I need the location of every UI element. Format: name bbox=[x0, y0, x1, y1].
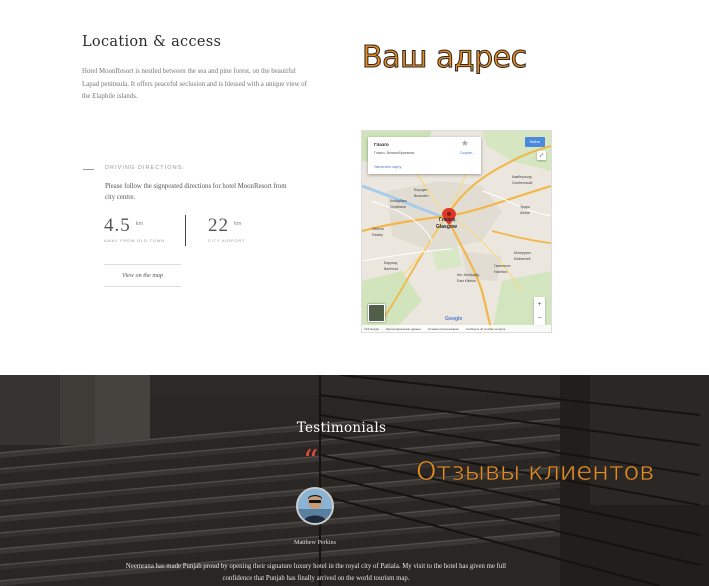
zoom-in-button[interactable]: + bbox=[537, 301, 541, 308]
google-logo: Google bbox=[445, 316, 463, 322]
view-on-map-link[interactable]: View on the map bbox=[104, 264, 181, 287]
avatar bbox=[296, 487, 334, 525]
distance-airport: 22 km city airport bbox=[208, 215, 245, 243]
testimonial-author: Matthew Perkins bbox=[293, 539, 337, 546]
map-place-card: Глазго Глазго, Великобритания ★ Сохран..… bbox=[368, 137, 481, 174]
place-title: Глазго bbox=[374, 142, 389, 147]
save-place-link[interactable]: Сохран... bbox=[460, 151, 475, 155]
directions-divider bbox=[83, 169, 94, 170]
distance-value: 4.5 bbox=[104, 215, 131, 236]
city-label: Paisley bbox=[372, 233, 383, 237]
city-label: Clydebank bbox=[390, 205, 407, 209]
city-label: Cumbernauld bbox=[512, 181, 533, 185]
distance-unit: km bbox=[234, 221, 242, 227]
zoom-control[interactable]: + − bbox=[534, 297, 545, 325]
city-label: Баррхед bbox=[384, 261, 398, 265]
quote-icon: “ bbox=[303, 444, 319, 479]
city-label: Глазго bbox=[439, 217, 456, 223]
annotation-reviews: Отзывы клиентов bbox=[416, 457, 655, 488]
city-label: Клайдбанк bbox=[390, 199, 407, 203]
city-label: Берсден bbox=[414, 188, 428, 192]
testimonial-text: Neemrana has made Punjab proud by openin… bbox=[125, 563, 507, 583]
city-label: Ист-Килбрайд bbox=[457, 273, 480, 277]
city-label: Гамильтон bbox=[494, 264, 511, 268]
map-footer: ©16 Google Картографические данные Услов… bbox=[362, 325, 551, 332]
location-title: Location & access bbox=[82, 34, 222, 50]
city-label: Airdrie bbox=[520, 211, 530, 215]
city-label: Hamilton bbox=[494, 270, 508, 274]
map-report-link[interactable]: Сообщить об ошибке на карте bbox=[466, 327, 506, 331]
person-avatar-image bbox=[298, 489, 332, 523]
directions-label: DRIVING DIRECTIONS: bbox=[105, 165, 185, 171]
fullscreen-icon[interactable]: ⤢ bbox=[537, 151, 546, 160]
annotation-address: Ваш адрес bbox=[362, 40, 528, 76]
star-icon[interactable]: ★ bbox=[461, 139, 469, 149]
distance-caption: city airport bbox=[208, 238, 246, 243]
directions-text: Please follow the signposted directions … bbox=[105, 183, 287, 201]
stats-divider bbox=[185, 215, 186, 246]
satellite-toggle[interactable] bbox=[368, 304, 385, 322]
map-data-link[interactable]: Картографические данные bbox=[386, 327, 421, 331]
place-subtitle: Глазго, Великобритания bbox=[374, 151, 415, 155]
enlarge-map-link[interactable]: Увеличить карту bbox=[374, 165, 401, 169]
zoom-out-button[interactable]: − bbox=[537, 315, 541, 322]
location-description: Hotel MoonResort is nestled between the … bbox=[82, 68, 307, 100]
city-label: Motherwell bbox=[514, 257, 531, 261]
map-copyright: ©16 Google bbox=[364, 326, 379, 331]
distance-caption: away from old town bbox=[104, 238, 165, 243]
city-label: Эрдри bbox=[520, 205, 531, 209]
distance-unit: km bbox=[135, 221, 144, 227]
city-label: Пейсли bbox=[372, 227, 384, 231]
distance-old-town: 4.5 km away from old town bbox=[104, 215, 165, 243]
distance-value: 22 bbox=[208, 215, 229, 236]
city-label: Glasgow bbox=[436, 224, 457, 230]
testimonials-title: Testimonials bbox=[296, 420, 387, 436]
city-label: Мотеруэлл bbox=[514, 251, 532, 255]
city-label: Камбернолд bbox=[512, 175, 532, 179]
city-label: Bearsden bbox=[414, 194, 429, 198]
map-terms-link[interactable]: Условия использования bbox=[428, 327, 459, 331]
google-map[interactable]: Глазго Glasgow Пейсли Paisley Ист-Килбра… bbox=[361, 130, 552, 333]
sign-in-button[interactable]: Войти bbox=[525, 137, 545, 147]
city-label: East Kilbride bbox=[457, 279, 477, 283]
city-label: Barrhead bbox=[384, 267, 398, 271]
